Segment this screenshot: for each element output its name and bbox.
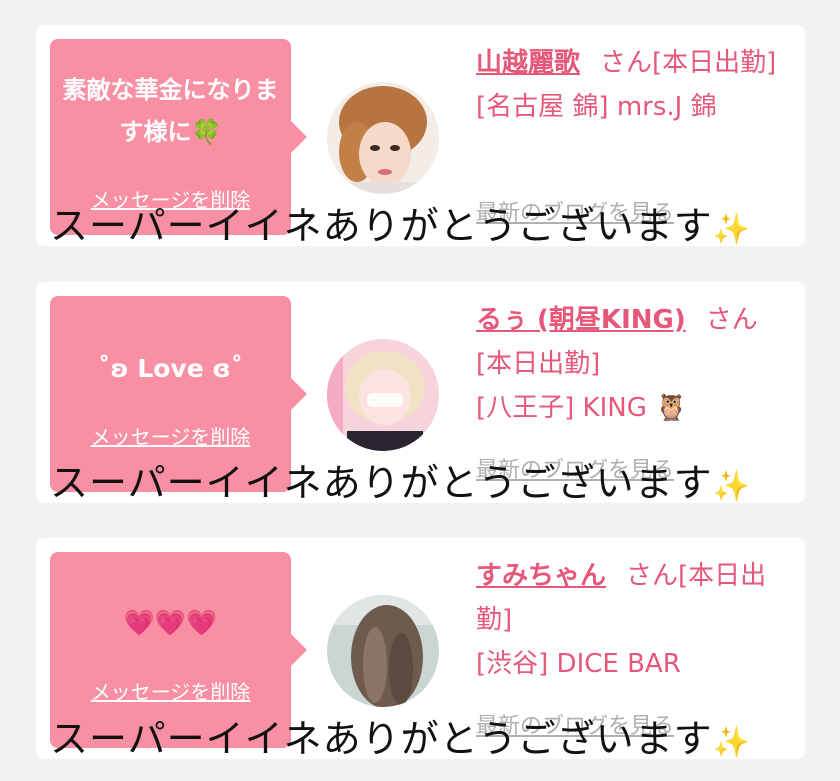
avatar[interactable] <box>327 595 439 707</box>
caption-overlay: スーパーイイネありがとうございます✨ <box>50 708 751 763</box>
delete-message-link[interactable]: メッセージを削除 <box>50 676 291 705</box>
caption-overlay: スーパーイイネありがとうございます✨ <box>50 452 751 507</box>
like-card-2: ˚ʚ Love ɞ˚ メッセージを削除 るぅ (朝昼KING) さん [本日出勤]… <box>36 282 805 505</box>
user-honorific: さん[本日出勤] <box>600 48 777 78</box>
user-name-link[interactable]: るぅ (朝昼KING) <box>476 305 686 335</box>
like-card-1: 素敵な華金になります様に🍀 メッセージを削除 山越麗歌 さん[本日出勤] [名古屋… <box>36 25 805 248</box>
message-text: 素敵な華金になります様に🍀 <box>62 76 279 146</box>
delete-message-link[interactable]: メッセージを削除 <box>50 421 291 450</box>
avatar[interactable] <box>327 82 439 194</box>
user-info: すみちゃん さん[本日出勤] [渋谷] DICE BAR <box>476 554 786 686</box>
avatar[interactable] <box>327 339 439 451</box>
user-honorific: さん <box>705 305 758 335</box>
caption-text: スーパーイイネありがとうございます <box>50 461 713 505</box>
user-status: [本日出勤] <box>476 349 601 379</box>
sparkle-icon: ✨ <box>712 725 751 760</box>
user-name-link[interactable]: すみちゃん <box>476 561 606 591</box>
caption-text: スーパーイイネありがとうございます <box>50 717 713 761</box>
like-card-3: 💗💗💗 メッセージを削除 すみちゃん さん[本日出勤] [渋谷] DICE BAR… <box>36 538 805 761</box>
user-info: るぅ (朝昼KING) さん [本日出勤] [八王子] KING 🦉 <box>476 298 786 430</box>
user-location: [八王子] KING 🦉 <box>476 393 688 423</box>
user-location: [渋谷] DICE BAR <box>476 649 681 679</box>
sparkle-icon: ✨ <box>712 212 751 247</box>
caption-overlay: スーパーイイネありがとうございます✨ <box>50 195 751 250</box>
user-location: [名古屋 錦] mrs.J 錦 <box>476 92 717 122</box>
message-text: 💗💗💗 <box>123 608 218 637</box>
user-info: 山越麗歌 さん[本日出勤] [名古屋 錦] mrs.J 錦 <box>476 41 786 129</box>
user-name-link[interactable]: 山越麗歌 <box>476 48 580 78</box>
caption-text: スーパーイイネありがとうございます <box>50 204 713 248</box>
sparkle-icon: ✨ <box>712 469 751 504</box>
message-text: ˚ʚ Love ɞ˚ <box>97 354 244 383</box>
